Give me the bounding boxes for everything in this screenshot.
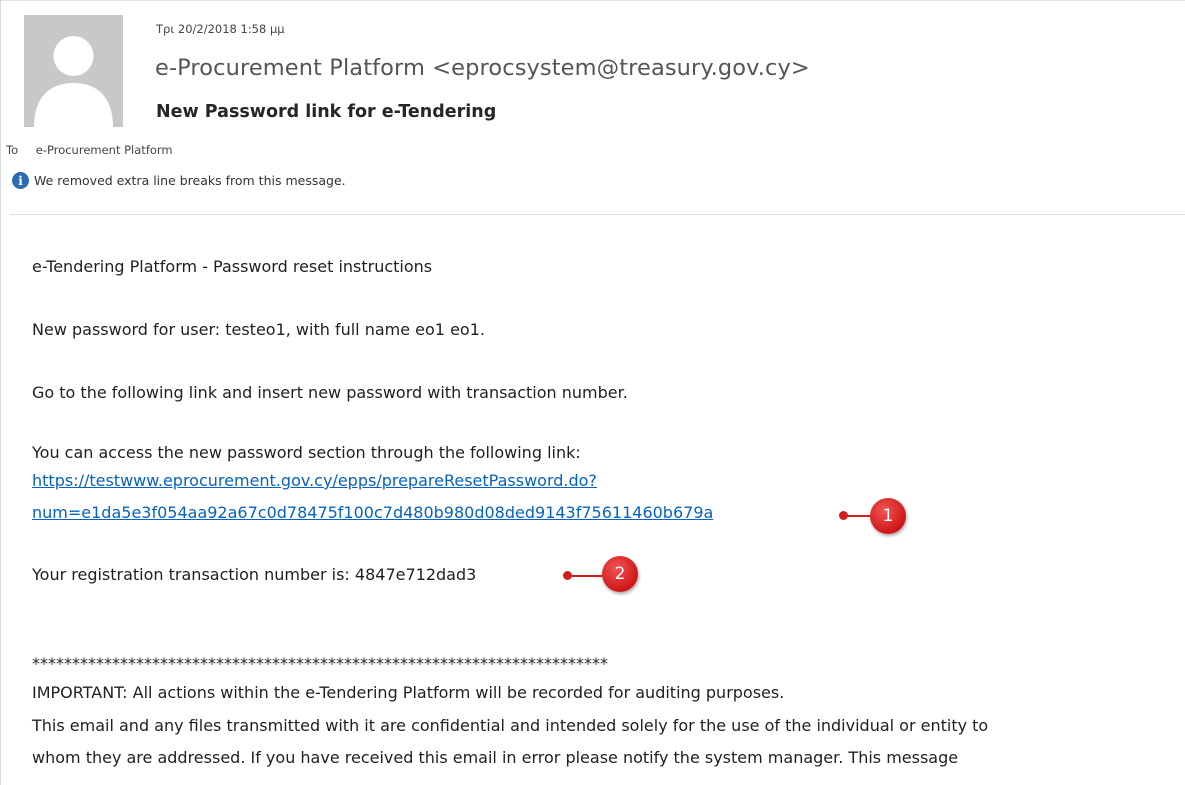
message-date: Τρι 20/2/2018 1:58 μμ (156, 22, 285, 36)
callout-1-line (845, 515, 871, 517)
info-bar[interactable]: i We removed extra line breaks from this… (12, 172, 346, 189)
window-top-border (0, 0, 1185, 1)
callout-2-badge: 2 (602, 556, 638, 592)
instruction-line: Go to the following link and insert new … (32, 383, 628, 402)
callout-2-line (569, 575, 603, 577)
body-title: e-Tendering Platform - Password reset in… (32, 257, 433, 276)
info-icon: i (12, 172, 29, 189)
transaction-line: Your registration transaction number is:… (32, 565, 477, 584)
important-line: IMPORTANT: All actions within the e-Tend… (32, 683, 785, 702)
recipient-name[interactable]: e-Procurement Platform (36, 143, 173, 157)
user-line: New password for user: testeo1, with ful… (32, 320, 485, 339)
sender-address[interactable]: e-Procurement Platform <eprocsystem@trea… (155, 55, 810, 81)
disclaimer-line2: whom they are addressed. If you have rec… (32, 748, 959, 767)
disclaimer-line1: This email and any files transmitted wit… (32, 716, 989, 735)
header-divider (10, 214, 1185, 215)
separator-line: ****************************************… (32, 654, 608, 673)
recipient-line: To e-Procurement Platform (6, 143, 173, 157)
message-subject: New Password link for e-Tendering (156, 102, 497, 122)
callout-1-badge: 1 (870, 498, 906, 534)
person-silhouette-icon (24, 15, 123, 127)
window-left-border (0, 0, 1, 785)
sender-avatar (24, 15, 123, 127)
access-text: You can access the new password section … (32, 443, 581, 462)
info-notice: We removed extra line breaks from this m… (34, 173, 346, 188)
reset-link-line2[interactable]: num=e1da5e3f054aa92a67c0d78475f100c7d480… (32, 503, 713, 522)
reset-link-line1[interactable]: https://testwww.eprocurement.gov.cy/epps… (32, 471, 597, 490)
to-label: To (6, 143, 19, 157)
